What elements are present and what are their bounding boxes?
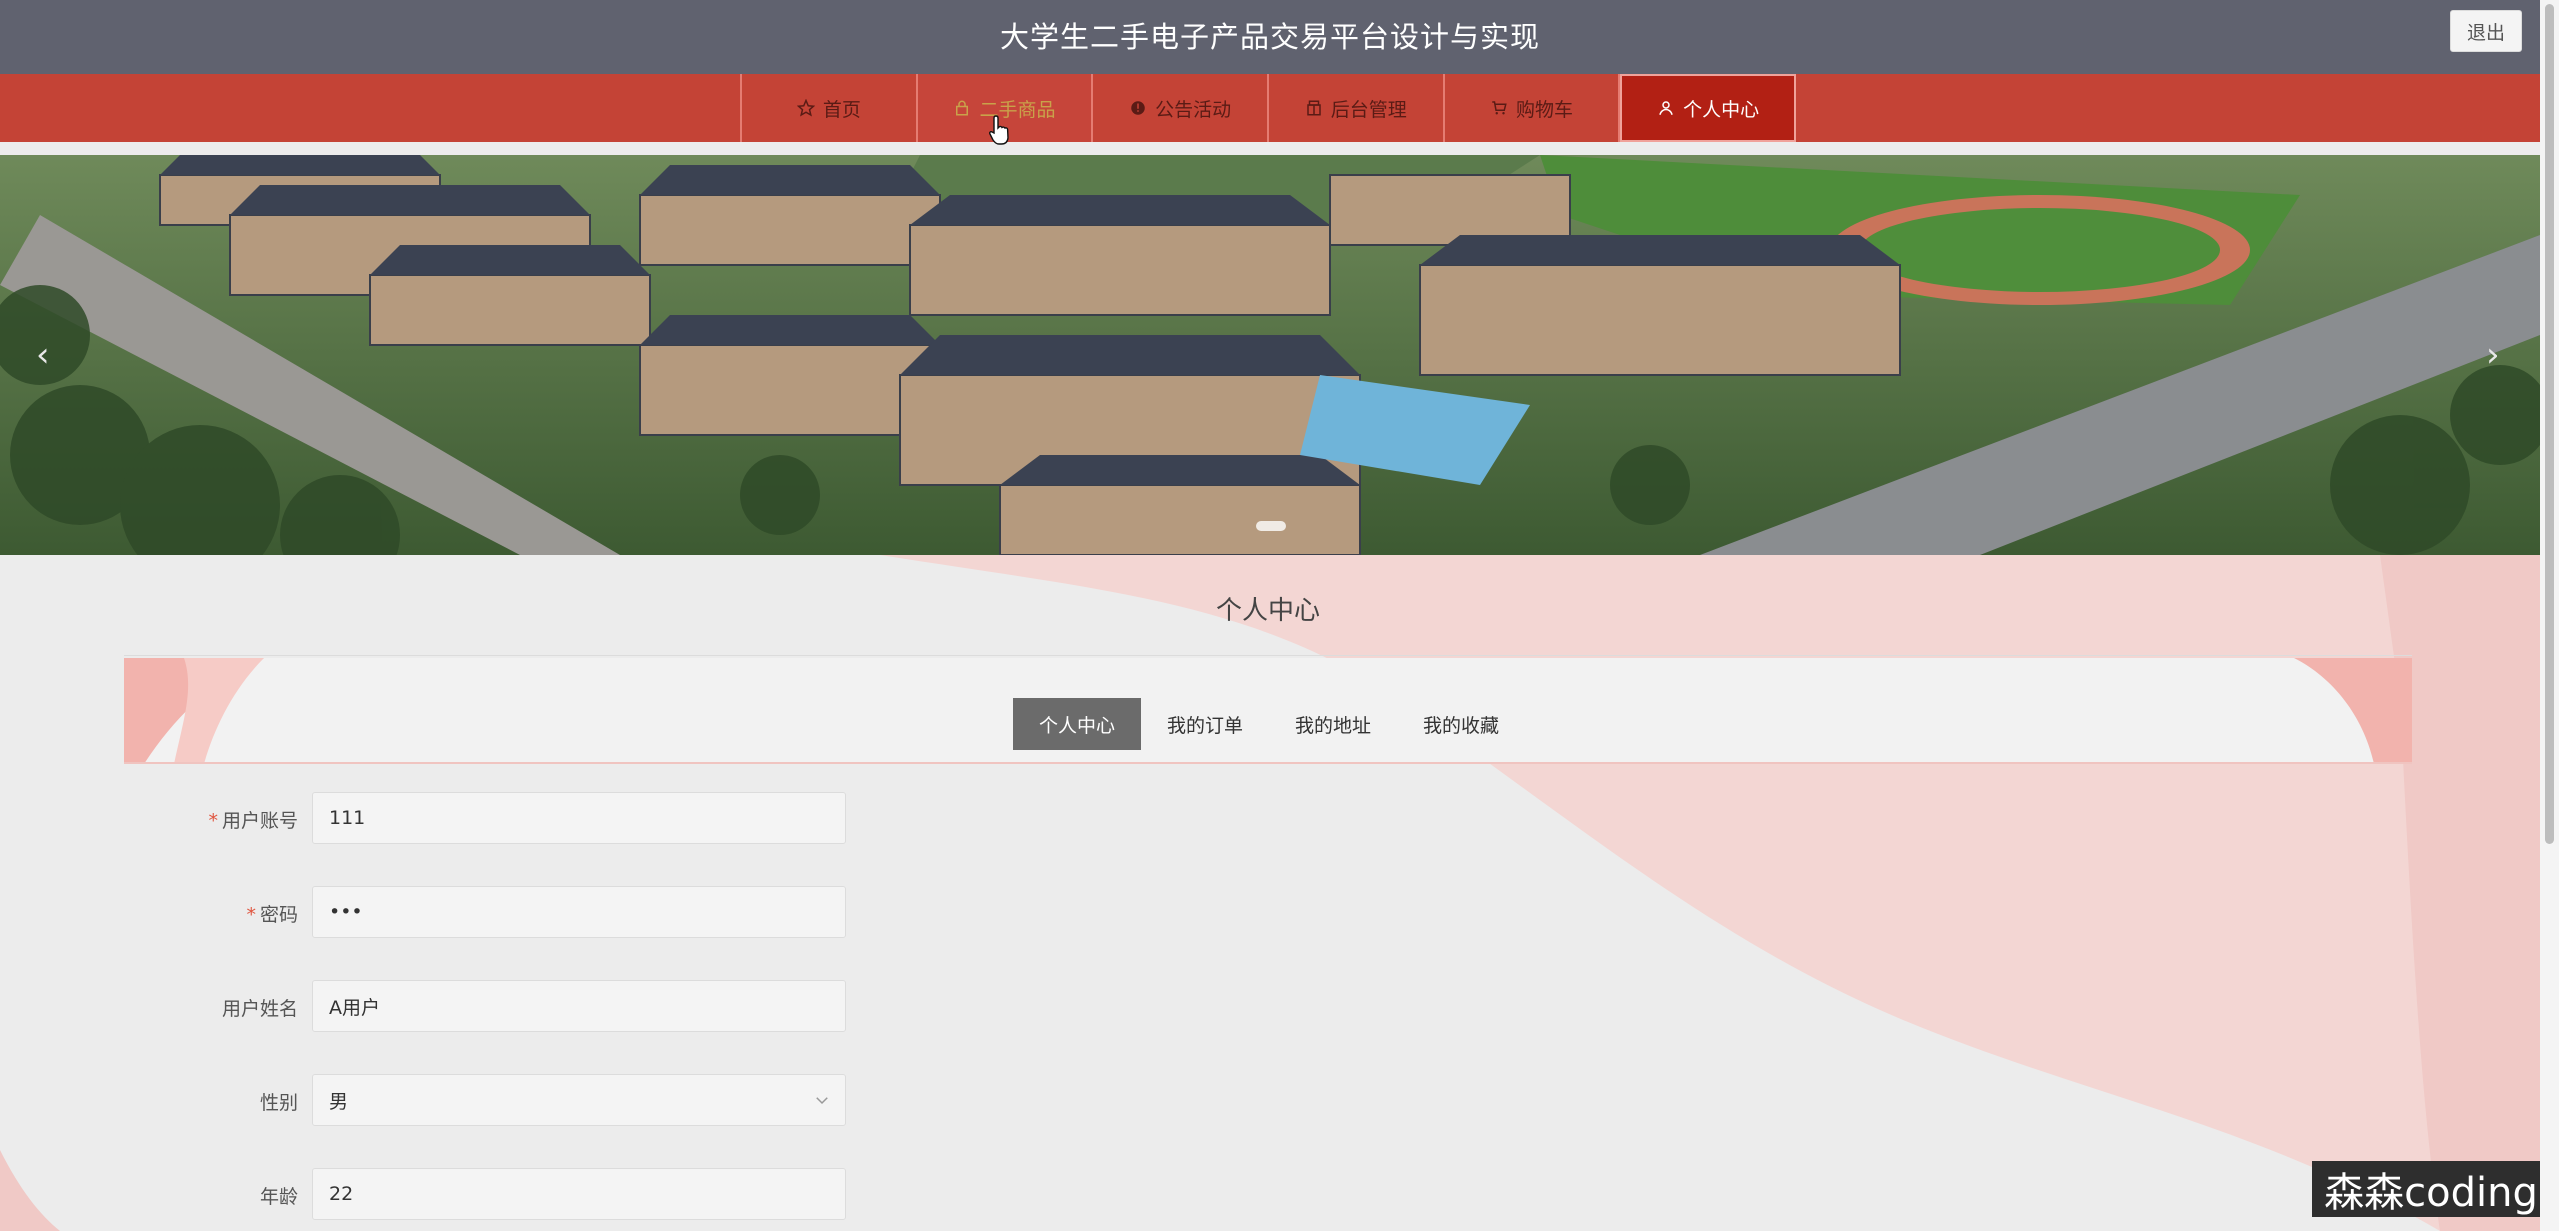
age-input[interactable]: 22 bbox=[312, 1168, 846, 1220]
site-title: 大学生二手电子产品交易平台设计与实现 bbox=[999, 20, 1540, 54]
name-input[interactable]: A用户 bbox=[312, 980, 846, 1032]
campus-banner: ‹ › bbox=[0, 155, 2540, 555]
required-mark: * bbox=[246, 904, 256, 926]
nav-item-label: 首页 bbox=[822, 98, 861, 121]
form-row-age: 年龄 22 bbox=[124, 1168, 1124, 1220]
form-row-name: 用户姓名 A用户 bbox=[124, 980, 1124, 1032]
scrollbar-thumb[interactable] bbox=[2545, 4, 2554, 844]
section-title: 个人中心 bbox=[1215, 596, 1320, 626]
form-row-gender: 性别 男 bbox=[124, 1074, 1124, 1126]
tab-orders[interactable]: 我的订单 bbox=[1141, 698, 1269, 750]
lock-bag-icon bbox=[956, 100, 969, 116]
nav-item-home[interactable]: 首页 bbox=[742, 74, 918, 142]
nav-item-label: 个人中心 bbox=[1683, 98, 1760, 121]
nav-item-profile[interactable]: 个人中心 bbox=[1620, 74, 1797, 142]
tab-profile[interactable]: 个人中心 bbox=[1013, 698, 1142, 750]
tab-favorites[interactable]: 我的收藏 bbox=[1397, 698, 1525, 750]
user-icon bbox=[1659, 101, 1673, 115]
nav-item-label: 购物车 bbox=[1515, 98, 1573, 121]
password-input[interactable]: ••• bbox=[312, 886, 846, 938]
gender-select[interactable]: 男 bbox=[312, 1074, 846, 1126]
banner-next-button[interactable]: › bbox=[2486, 335, 2500, 375]
field-label: * 用户账号 bbox=[124, 806, 298, 833]
password-label: 密码 bbox=[259, 904, 298, 926]
tab-addresses[interactable]: 我的地址 bbox=[1269, 698, 1397, 750]
age-label: 年龄 bbox=[259, 1186, 298, 1208]
gender-label: 性别 bbox=[259, 1092, 298, 1114]
nav-item-cart[interactable]: 购物车 bbox=[1445, 74, 1621, 142]
main-nav: 首页 二手商品 公告活动 后台管理 购物车 个人中心 bbox=[0, 74, 2540, 142]
field-label: * 密码 bbox=[124, 900, 298, 927]
nav-item-label: 公告活动 bbox=[1155, 98, 1232, 121]
nav-item-label: 后台管理 bbox=[1330, 98, 1407, 121]
page-scrollbar[interactable] bbox=[2540, 0, 2559, 1231]
star-icon bbox=[796, 99, 815, 117]
logout-button[interactable]: 退出 bbox=[2450, 10, 2522, 52]
account-label: 用户账号 bbox=[221, 810, 298, 832]
banner-indicator[interactable] bbox=[1256, 521, 1286, 531]
chevron-down-icon bbox=[816, 1097, 828, 1105]
nav-item-admin[interactable]: 后台管理 bbox=[1269, 74, 1445, 142]
watermark: 森森coding bbox=[2312, 1161, 2550, 1217]
gender-value: 男 bbox=[329, 1090, 349, 1113]
hand-cursor-icon bbox=[989, 115, 1009, 145]
nav-item-announcements[interactable]: 公告活动 bbox=[1093, 74, 1269, 142]
box-icon bbox=[1307, 100, 1321, 116]
form-row-account: * 用户账号 111 bbox=[124, 792, 1124, 844]
campus-aerial-image bbox=[0, 155, 2540, 555]
cart-icon bbox=[1492, 101, 1507, 115]
tab-list: 个人中心 我的订单 我的地址 我的收藏 bbox=[1013, 698, 1525, 750]
profile-section: 个人中心 个人中心 我的订单 我的地址 我的收藏 * 用户账号 111 * 密码 •… bbox=[124, 570, 2412, 1231]
top-header: 大学生二手电子产品交易平台设计与实现 退出 bbox=[0, 0, 2540, 74]
info-icon bbox=[1131, 101, 1145, 115]
account-input[interactable]: 111 bbox=[312, 792, 846, 844]
tabs-container: 个人中心 我的订单 我的地址 我的收藏 bbox=[124, 658, 2412, 764]
name-label: 用户姓名 bbox=[221, 998, 298, 1020]
divider bbox=[124, 655, 2412, 656]
form-row-password: * 密码 ••• bbox=[124, 886, 1124, 938]
banner-prev-button[interactable]: ‹ bbox=[36, 335, 50, 375]
required-mark: * bbox=[208, 810, 218, 832]
